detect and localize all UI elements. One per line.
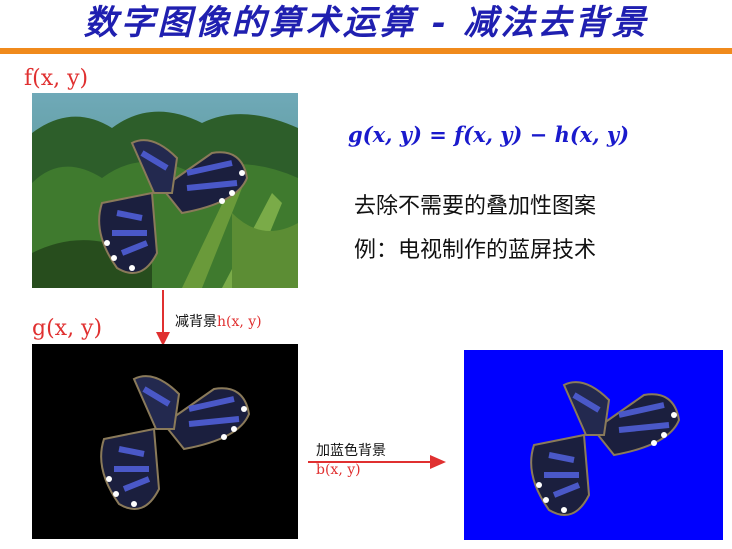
image-original <box>32 93 298 288</box>
title-underline <box>0 48 732 54</box>
image-foreground <box>32 344 298 539</box>
description-line-2: 例：电视制作的蓝屏技术 <box>354 238 597 263</box>
formula: g(x, y) = f(x, y) − h(x, y) <box>348 122 630 147</box>
subtract-h: h(x, y) <box>217 314 262 330</box>
add-b: b(x, y) <box>316 462 361 478</box>
subtract-text: 减背景 <box>175 314 217 330</box>
label-f: f(x, y) <box>24 66 89 91</box>
slide-title: 数字图像的算术运算 - 减法去背景 <box>83 3 649 43</box>
add-arrow-label-bottom: b(x, y) <box>316 462 361 478</box>
label-g: g(x, y) <box>32 316 103 341</box>
description-line-1: 去除不需要的叠加性图案 <box>354 194 597 219</box>
subtract-arrow-label: 减背景h(x, y) <box>175 311 262 331</box>
subtract-arrow <box>156 290 170 346</box>
image-result <box>464 350 723 540</box>
